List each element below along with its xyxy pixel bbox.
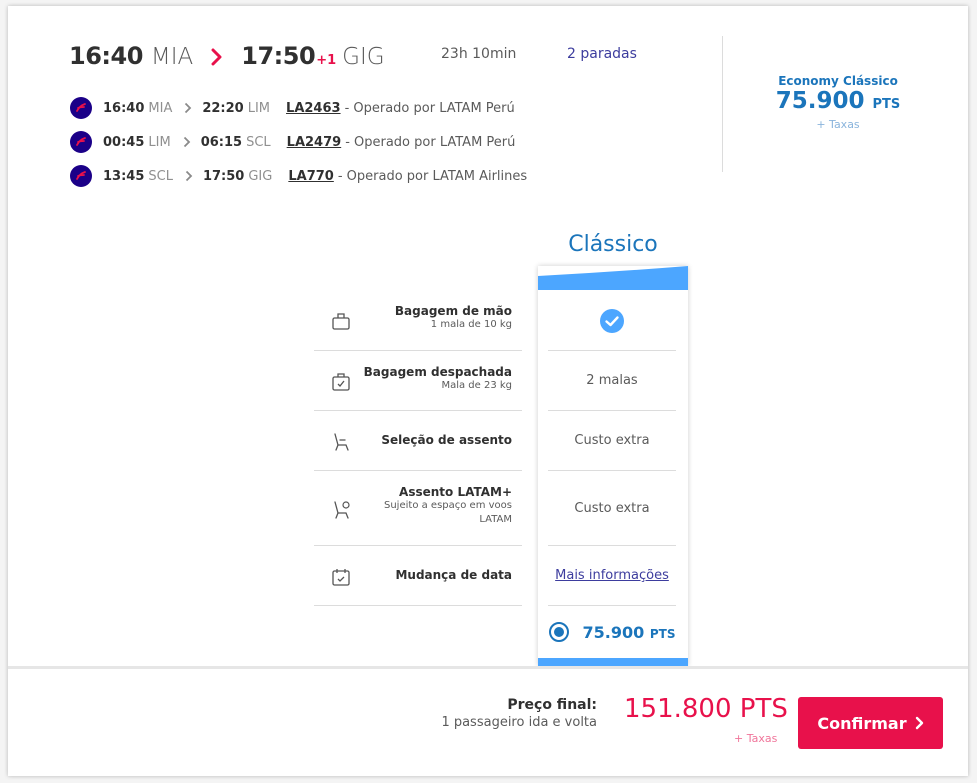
radio-selected-dot [553,627,564,637]
benefit-title: Bagagem despachada [363,365,512,379]
flight-number-link[interactable]: LA2479 [287,135,342,150]
departure-code: MIA [150,44,194,70]
fare-price-unit: PTS [872,97,901,112]
benefit-row: Bagagem de mão 1 mala de 10 kg [314,292,522,351]
final-price-value: 151.800 PTS [624,694,788,724]
segment-row: 00:45 LIM 06:15 SCL LA2479 - Operado por… [70,130,515,154]
segment-operator: - Operado por LATAM Perú [344,100,515,116]
fare-class-name: Economy Clássico [778,74,898,88]
segment-row: 16:40 MIA 22:20 LIM LA2463 - Operado por… [70,96,515,120]
fare-cell [548,292,676,351]
benefit-text: Seleção de assento [381,433,512,447]
fare-column-header-bar [538,266,688,290]
segment-departure-code: MIA [148,100,173,116]
chevron-right-icon [915,716,923,730]
benefit-subtitle: 1 mala de 10 kg [430,319,512,330]
fare-column-footer-bar [538,658,688,666]
latam-logo-icon [70,131,92,153]
flight-number-link[interactable]: LA770 [288,169,333,184]
plus-day-badge: +1 [316,53,337,68]
benefit-title: Mudança de data [395,568,512,582]
final-price-label: Preço final: 1 passageiro ida e volta [441,697,597,730]
chevron-right-icon [183,136,191,148]
stops-link[interactable]: 2 paradas [567,46,637,62]
segment-arrival-time: 17:50 [202,168,245,184]
check-circle-icon [600,309,624,333]
segment-arrival-code: LIM [247,100,271,116]
segment-arrival-time: 06:15 [200,134,243,150]
calendar-icon [332,569,350,586]
benefit-row: Bagagem despachada Mala de 23 kg [314,351,522,411]
carry-on-bag-icon [332,313,350,330]
summary-divider [722,36,723,172]
chevron-right-icon [211,48,222,66]
fare-taxes: + Taxas [816,118,860,131]
benefit-title: Seleção de assento [381,433,512,447]
fare-price-value: 75.900 [775,88,865,114]
benefit-row: Seleção de assento [314,411,522,471]
fare-column-price-value: 75.900 [582,622,645,642]
segment-departure-time: 16:40 [103,100,145,116]
benefit-subtitle: Sujeito a espaço em voos LATAM [384,500,512,525]
fare-cell: Mais informações [548,546,676,606]
benefit-subtitle: Mala de 23 kg [441,380,512,391]
fare-price: 75.900 PTS [768,88,908,118]
benefit-title: Assento LATAM+ [399,485,512,499]
confirm-button[interactable]: Confirmar [798,697,943,749]
final-price-title: Preço final: [507,697,597,713]
fare-column-price-unit: PTS [649,626,676,641]
confirm-button-label: Confirmar [817,713,907,733]
fare-radio-button[interactable] [548,622,569,642]
segment-row: 13:45 SCL 17:50 GIG LA770 - Operado por … [70,164,527,188]
fare-cell: Custo extra [548,471,676,546]
seat-icon [334,433,349,451]
segment-departure-time: 00:45 [103,134,145,150]
price-footer: Preço final: 1 passageiro ida e volta 15… [8,666,968,776]
flight-summary: 16:40 MIA 17:50 +1 GIG [69,42,385,76]
benefit-text: Mudança de data [395,568,512,582]
chevron-right-icon [185,170,193,182]
more-info-link[interactable]: Mais informações [555,568,669,583]
fare-column-classico[interactable]: 2 malas Custo extra Custo extra Mais inf… [538,266,688,666]
segment-arrival-code: GIG [248,168,273,184]
premium-seat-icon [334,501,350,519]
segment-operator: - Operado por LATAM Airlines [337,168,528,184]
flight-number-link[interactable]: LA2463 [286,101,341,116]
fare-column-price: 75.900 PTS [583,623,676,642]
benefit-text: Bagagem despachada Mala de 23 kg [364,365,512,393]
departure-time: 16:40 [69,42,143,70]
final-price-taxes: + Taxas [734,732,778,745]
benefit-title: Bagagem de mão [394,304,512,318]
latam-logo-icon [70,97,92,119]
benefit-text: Assento LATAM+ Sujeito a espaço em voos … [362,485,512,527]
fare-select-row[interactable]: 75.900 PTS [548,606,676,658]
benefit-row: Assento LATAM+ Sujeito a espaço em voos … [314,471,522,546]
final-price-subtitle: 1 passageiro ida e volta [441,715,597,730]
segment-departure-code: LIM [148,134,171,150]
fare-cell: Custo extra [548,411,676,471]
fare-summary: Economy Clássico 75.900 PTS + Taxas [768,74,908,131]
fare-column-title: Clássico [568,232,658,257]
trip-duration: 23h 10min [441,46,517,62]
segment-departure-code: SCL [148,168,173,184]
segment-arrival-code: SCL [246,134,271,150]
chevron-right-icon [184,102,192,114]
arrival-time: 17:50 [241,42,316,70]
benefit-row: Mudança de data [314,546,522,606]
flight-card: 16:40 MIA 17:50 +1 GIG 23h 10min 2 parad… [8,6,968,776]
fare-cell: 2 malas [548,351,676,411]
segment-operator: - Operado por LATAM Perú [345,134,516,150]
latam-logo-icon [70,165,92,187]
benefit-text: Bagagem de mão 1 mala de 10 kg [395,304,512,332]
checked-bag-icon [332,373,350,391]
segment-departure-time: 13:45 [103,168,145,184]
arrival-code: GIG [342,44,385,70]
segment-arrival-time: 22:20 [202,100,244,116]
